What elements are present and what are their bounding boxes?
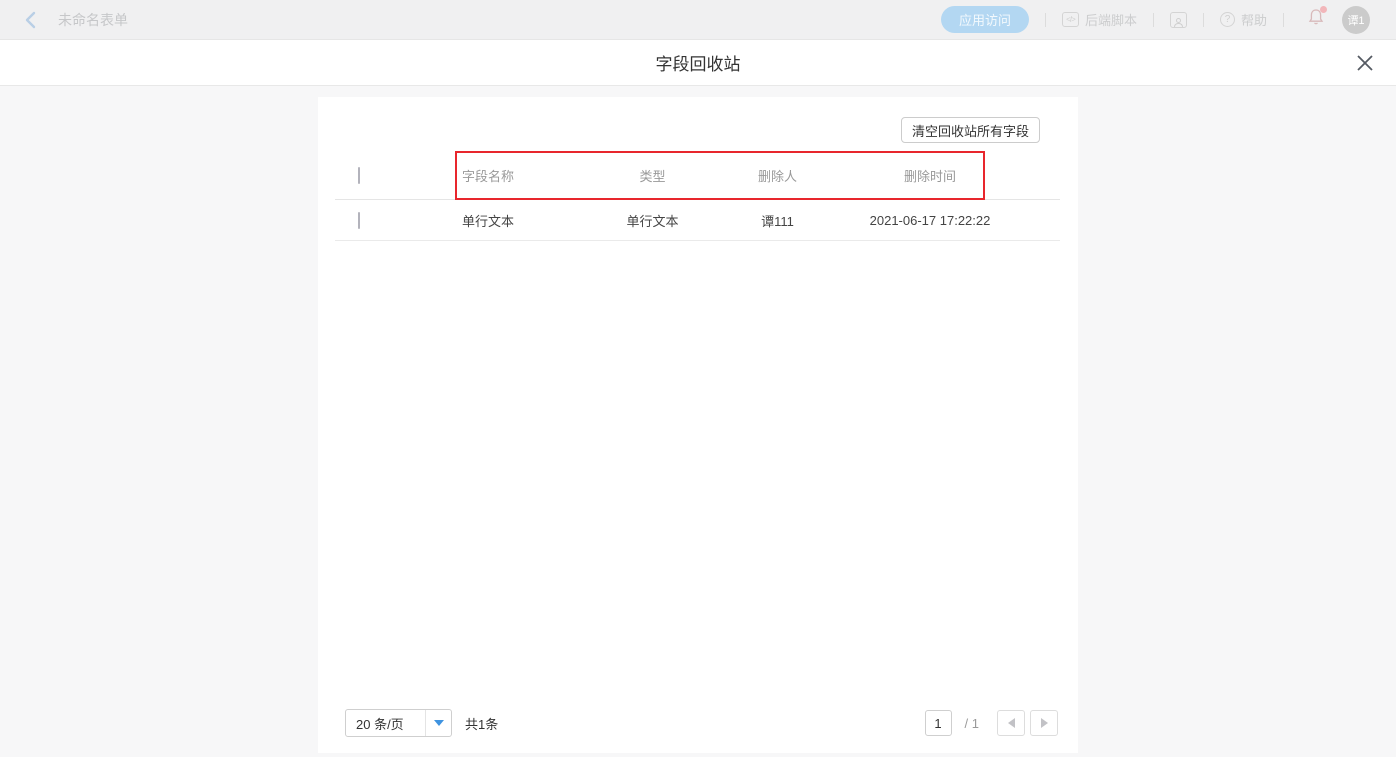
pagination-bar: 20 条/页 共1条 / 1 [318, 709, 1078, 737]
cell-deleted-by: 谭111 [720, 211, 835, 230]
question-icon: ? [1220, 12, 1235, 27]
backend-script-button[interactable]: </> 后端脚本 [1062, 10, 1137, 29]
page-total-label: / 1 [965, 716, 979, 731]
page-size-select[interactable]: 20 条/页 [345, 709, 452, 737]
clear-recycle-bin-button[interactable]: 清空回收站所有字段 [901, 117, 1040, 143]
next-page-button[interactable] [1030, 710, 1058, 736]
cell-deleted-at: 2021-06-17 17:22:22 [835, 213, 1025, 228]
notification-bell-icon[interactable] [1308, 8, 1324, 31]
prev-page-button[interactable] [997, 710, 1025, 736]
header-type: 类型 [585, 166, 720, 185]
row-checkbox[interactable] [358, 212, 360, 229]
header-deleted-at: 删除时间 [835, 166, 1025, 185]
form-title: 未命名表单 [58, 10, 128, 30]
header-field-name: 字段名称 [462, 166, 585, 185]
close-icon[interactable] [1354, 52, 1376, 74]
back-icon[interactable] [22, 11, 40, 29]
topbar-divider [1203, 13, 1204, 27]
total-count-label: 共1条 [465, 714, 498, 733]
app-access-button[interactable]: 应用访问 [941, 6, 1029, 33]
modal-header: 字段回收站 [0, 40, 1396, 86]
caret-zone [425, 710, 451, 736]
chevron-down-icon [434, 720, 444, 726]
avatar[interactable]: 谭1 [1342, 6, 1370, 34]
cell-type: 单行文本 [585, 211, 720, 230]
table-header-row: 字段名称 类型 删除人 删除时间 [335, 152, 1060, 200]
page-size-value: 20 条/页 [346, 714, 425, 733]
help-button[interactable]: ? 帮助 [1220, 10, 1267, 29]
topbar-divider [1283, 13, 1284, 27]
cell-field-name: 单行文本 [462, 211, 585, 230]
modal-title: 字段回收站 [656, 50, 741, 75]
help-label: 帮助 [1241, 10, 1267, 29]
contacts-icon [1170, 12, 1187, 28]
triangle-left-icon [1008, 718, 1015, 728]
contacts-button[interactable] [1170, 12, 1187, 28]
recycle-bin-panel: 清空回收站所有字段 字段名称 类型 删除人 删除时间 单行文本 单行文本 谭11… [318, 97, 1078, 753]
topbar-divider [1045, 13, 1046, 27]
notification-badge [1320, 6, 1327, 13]
code-icon: </> [1062, 12, 1079, 27]
select-all-checkbox[interactable] [358, 167, 360, 184]
topbar: 未命名表单 应用访问 </> 后端脚本 ? 帮助 谭1 [0, 0, 1396, 40]
topbar-divider [1153, 13, 1154, 27]
header-deleted-by: 删除人 [720, 166, 835, 185]
triangle-right-icon [1041, 718, 1048, 728]
table-row: 单行文本 单行文本 谭111 2021-06-17 17:22:22 [335, 200, 1060, 241]
backend-script-label: 后端脚本 [1085, 10, 1137, 29]
page-number-input[interactable] [925, 710, 952, 736]
deleted-fields-table: 字段名称 类型 删除人 删除时间 单行文本 单行文本 谭111 2021-06-… [335, 152, 1060, 241]
